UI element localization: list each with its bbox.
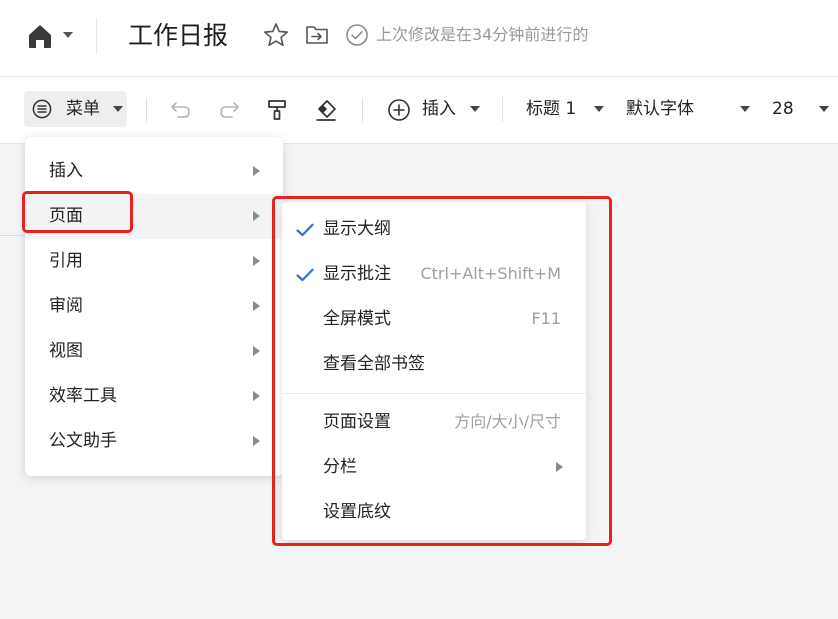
menu-item-document-assistant[interactable]: 公文助手 — [25, 419, 283, 464]
insert-button-label[interactable]: 插入 — [422, 97, 456, 121]
home-icon[interactable] — [26, 22, 54, 50]
submenu-item-show-comments[interactable]: 显示批注 Ctrl+Alt+Shift+M — [282, 252, 586, 297]
submenu-item-label: 显示批注 — [323, 264, 391, 284]
chevron-right-icon — [253, 211, 260, 221]
last-modified-status: 上次修改是在34分钟前进行的 — [376, 25, 589, 44]
menu-item-efficiency-tools[interactable]: 效率工具 — [25, 374, 283, 419]
chevron-right-icon — [253, 391, 260, 401]
eraser-icon[interactable] — [314, 98, 338, 122]
menu-item-review[interactable]: 审阅 — [25, 284, 283, 329]
submenu-item-show-outline[interactable]: 显示大纲 — [282, 207, 586, 252]
menu-item-reference[interactable]: 引用 — [25, 239, 283, 284]
chevron-right-icon — [253, 301, 260, 311]
chevron-right-icon — [253, 346, 260, 356]
shortcut-hint: F11 — [531, 309, 561, 328]
shortcut-hint: Ctrl+Alt+Shift+M — [420, 264, 561, 283]
menu-item-label: 视图 — [49, 341, 83, 361]
chevron-down-icon — [113, 106, 123, 112]
submenu-item-label: 分栏 — [323, 457, 357, 477]
chevron-right-icon — [556, 462, 563, 472]
menu-item-view[interactable]: 视图 — [25, 329, 283, 374]
page-edge-line — [0, 235, 26, 236]
menu-item-label: 公文助手 — [49, 431, 117, 451]
submenu-item-label: 显示大纲 — [323, 219, 391, 239]
font-size-select[interactable]: 28 — [772, 97, 794, 121]
toolbar-divider — [502, 98, 503, 122]
main-dropdown-menu: 插入 页面 引用 审阅 视图 效率工具 公文助手 — [25, 137, 283, 476]
menu-item-label: 审阅 — [49, 296, 83, 316]
heading-style-select[interactable]: 标题 1 — [526, 97, 576, 121]
page-submenu: 显示大纲 显示批注 Ctrl+Alt+Shift+M 全屏模式 F11 查看全部… — [282, 202, 586, 540]
chevron-down-icon[interactable] — [819, 106, 829, 113]
checkmark-icon — [296, 223, 314, 237]
divider — [96, 18, 97, 54]
submenu-item-label: 查看全部书签 — [323, 354, 425, 374]
document-title[interactable]: 工作日报 — [128, 18, 228, 54]
submenu-item-fullscreen[interactable]: 全屏模式 F11 — [282, 297, 586, 342]
menu-item-label: 引用 — [49, 251, 83, 271]
menu-item-page[interactable]: 页面 — [25, 194, 283, 239]
chevron-down-icon[interactable] — [63, 31, 73, 39]
plus-circle-icon[interactable] — [387, 98, 411, 122]
submenu-item-label: 页面设置 — [323, 412, 391, 432]
format-painter-icon[interactable] — [266, 98, 288, 122]
toolbar-divider — [146, 98, 147, 122]
chevron-right-icon — [253, 436, 260, 446]
move-to-folder-icon[interactable] — [305, 24, 329, 46]
star-icon[interactable] — [263, 22, 289, 48]
menu-button[interactable]: 菜单 — [24, 91, 127, 127]
checkmark-icon — [296, 268, 314, 282]
option-hint: 方向/大小/尺寸 — [454, 412, 561, 431]
menu-item-label: 页面 — [49, 206, 83, 226]
menu-button-label: 菜单 — [66, 99, 100, 119]
chevron-down-icon[interactable] — [594, 106, 604, 113]
submenu-item-columns[interactable]: 分栏 — [282, 445, 586, 490]
redo-icon[interactable] — [218, 99, 240, 121]
submenu-item-page-setup[interactable]: 页面设置 方向/大小/尺寸 — [282, 400, 586, 445]
chevron-right-icon — [253, 166, 260, 176]
chevron-down-icon[interactable] — [740, 106, 750, 113]
submenu-item-view-bookmarks[interactable]: 查看全部书签 — [282, 342, 586, 387]
menu-item-label: 效率工具 — [49, 386, 117, 406]
title-bar: 工作日报 上次修改是在34分钟前进行的 — [0, 0, 838, 77]
chevron-right-icon — [253, 256, 260, 266]
submenu-divider — [282, 393, 586, 394]
toolbar: 菜单 插入 标题 1 默认字体 28 — [0, 77, 838, 144]
submenu-item-set-shading[interactable]: 设置底纹 — [282, 490, 586, 535]
submenu-item-label: 全屏模式 — [323, 309, 391, 329]
menu-item-insert[interactable]: 插入 — [25, 149, 283, 194]
undo-icon[interactable] — [170, 99, 192, 121]
chevron-down-icon[interactable] — [470, 106, 480, 113]
menu-list-icon — [32, 99, 52, 119]
saved-check-icon — [346, 24, 368, 46]
menu-item-label: 插入 — [49, 161, 83, 181]
submenu-item-label: 设置底纹 — [323, 502, 391, 522]
font-family-select[interactable]: 默认字体 — [626, 97, 694, 121]
toolbar-divider — [362, 98, 363, 122]
